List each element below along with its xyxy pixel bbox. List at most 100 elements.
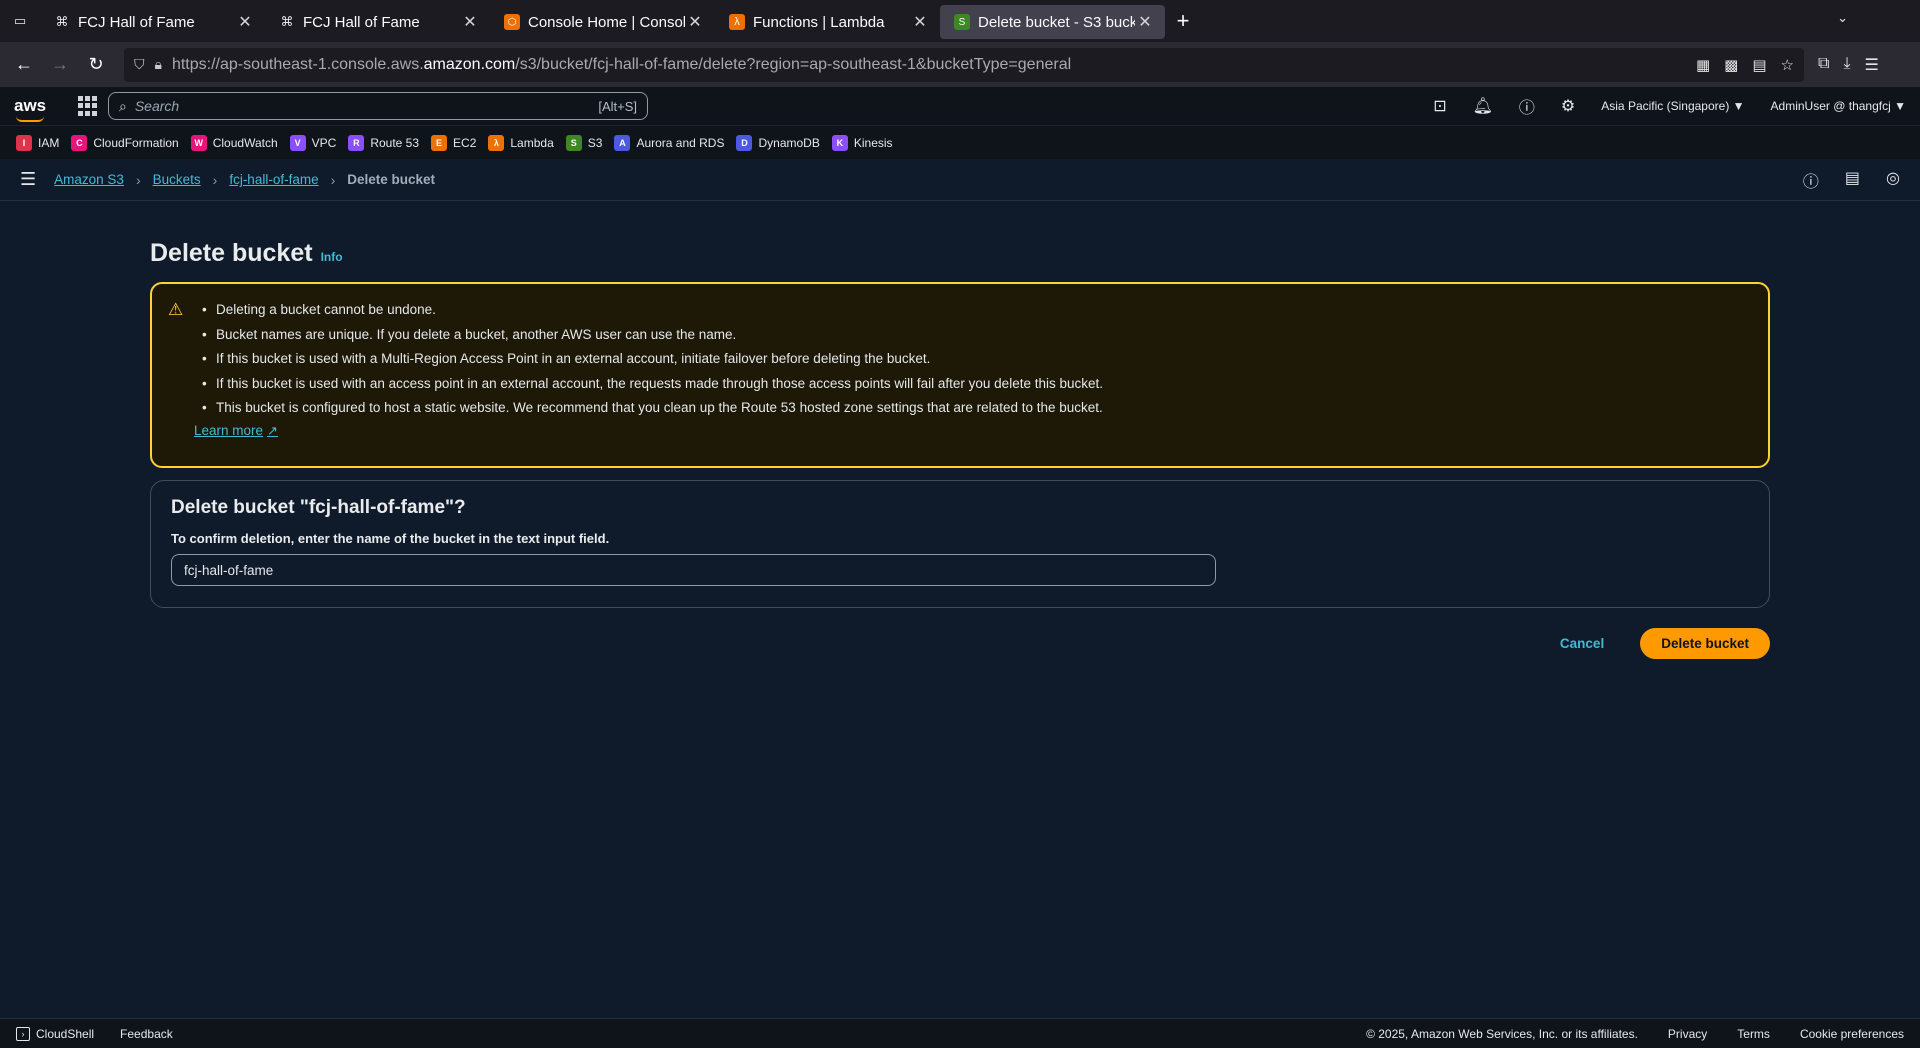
page-title: Delete bucket [150,239,313,267]
learn-more-link[interactable]: Learn more ↗ [194,423,278,439]
browser-tab-strip: ▭ ⌘ FCJ Hall of Fame ✕ ⌘ FCJ Hall of Fam… [0,0,1920,42]
browser-tab-2[interactable]: ⌘ FCJ Hall of Fame ✕ [265,5,490,39]
warning-triangle-icon: ⚠ [168,300,184,319]
flag-icon[interactable]: ▦ [1696,56,1710,74]
info-link[interactable]: Info [321,250,343,264]
s3-icon: S [954,14,970,30]
privacy-link[interactable]: Privacy [1668,1027,1707,1041]
lock-icon: 🔒︎ [154,56,162,72]
lambda-icon: λ [729,14,745,30]
extensions-icon[interactable]: ⧉ [1818,55,1829,75]
breadcrumb-buckets[interactable]: Buckets [153,172,201,187]
bucket-name-input[interactable] [171,554,1216,586]
help-icon[interactable]: ⓘ [1519,94,1535,118]
feedback-link[interactable]: Feedback [120,1027,173,1041]
breadcrumb: ☰ Amazon S3 › Buckets › fcj-hall-of-fame… [0,159,1920,201]
cookie-preferences-link[interactable]: Cookie preferences [1800,1027,1904,1041]
close-icon[interactable]: ✕ [460,12,480,32]
browser-tab-1[interactable]: ⌘ FCJ Hall of Fame ✕ [40,5,265,39]
aws-logo[interactable]: aws [14,96,64,122]
star-icon[interactable]: ☆ [1781,56,1794,74]
url-bar[interactable]: ⛉ 🔒︎ https://ap-southeast-1.console.aws.… [124,47,1804,82]
favorite-ec2[interactable]: E EC2 [431,134,476,151]
favorite-cloudwatch[interactable]: W CloudWatch [190,134,278,151]
gear-icon[interactable]: ⚙ [1561,96,1575,116]
tab-list-icon[interactable]: ▭ [0,0,40,42]
terms-link[interactable]: Terms [1737,1027,1770,1041]
menu-icon[interactable]: ☰ [1865,55,1879,75]
main-content: Delete bucket Info ⚠ Deleting a bucket c… [150,201,1770,659]
panel-icon[interactable]: ▤ [1845,168,1860,192]
info-icon[interactable]: ⓘ [1803,168,1819,192]
breadcrumb-amazon-s3[interactable]: Amazon S3 [54,172,124,187]
external-link-icon: ↗ [267,422,278,438]
warning-item: Bucket names are unique. If you delete a… [202,323,1748,348]
page-header: Delete bucket Info [150,239,1770,268]
favorite-vpc[interactable]: V VPC [289,134,336,151]
breadcrumb-bucket[interactable]: fcj-hall-of-fame [229,172,318,187]
download-icon[interactable]: ⤓ [1843,55,1850,75]
vpc-icon: V [289,134,306,151]
hamburger-menu-icon[interactable]: ☰ [20,169,36,190]
warning-item: This bucket is configured to host a stat… [202,396,1748,421]
favorite-lambda[interactable]: λ Lambda [488,134,554,151]
back-arrow-icon[interactable]: ← [6,47,42,83]
url-text: https://ap-southeast-1.console.aws.amazo… [171,55,1072,73]
favorite-cloudformation[interactable]: C CloudFormation [71,134,179,151]
aws-console-icon: ⬡ [504,14,520,30]
favorite-route53[interactable]: R Route 53 [348,134,419,151]
qr-code-icon[interactable]: ▩ [1724,56,1738,74]
favorite-kinesis[interactable]: K Kinesis [831,134,893,151]
kinesis-icon: K [831,134,848,151]
confirm-panel: Delete bucket "fcj-hall-of-fame"? To con… [150,480,1770,608]
services-grid-icon[interactable] [78,96,98,116]
chevron-right-icon: › [212,171,218,188]
tab-title: Functions | Lambda [753,13,885,31]
confirm-title: Delete bucket "fcj-hall-of-fame"? [171,497,466,518]
search-input[interactable]: ⌕ Search [Alt+S] [108,92,648,120]
warning-list: Deleting a bucket cannot be undone. Buck… [202,298,1748,421]
ec2-icon: E [431,134,448,151]
favorite-iam[interactable]: I IAM [16,134,59,151]
forward-arrow-icon[interactable]: → [42,47,78,83]
close-icon[interactable]: ✕ [910,12,930,32]
dynamodb-icon: D [736,134,753,151]
tab-title: Delete bucket - S3 bucket [978,13,1135,31]
account-menu[interactable]: AdminUser @ thangfcj ▼ [1771,99,1906,113]
close-icon[interactable]: ✕ [235,12,255,32]
favorite-dynamodb[interactable]: D DynamoDB [736,134,820,151]
command-icon: ⌘ [55,14,69,29]
cancel-button[interactable]: Cancel [1560,636,1604,651]
s3-icon: S [565,134,582,151]
browser-tab-3[interactable]: ⬡ Console Home | Console ✕ [490,5,715,39]
delete-bucket-button[interactable]: Delete bucket [1640,628,1770,659]
cloudshell-button[interactable]: › CloudShell [16,1026,94,1041]
reader-view-icon[interactable]: ▤ [1752,56,1766,74]
close-icon[interactable]: ✕ [1135,12,1155,32]
chevron-down-icon[interactable]: ⌄ [1837,10,1848,26]
cloudwatch-icon: W [190,134,207,151]
browser-tab-4[interactable]: λ Functions | Lambda ✕ [715,5,940,39]
bell-icon[interactable]: 🔔︎ [1473,96,1493,116]
browser-tab-5[interactable]: S Delete bucket - S3 bucket ✕ [940,5,1165,39]
warning-item: If this bucket is used with an access po… [202,372,1748,397]
favorite-s3[interactable]: S S3 [565,134,602,151]
reload-icon[interactable]: ↻ [78,47,114,83]
tab-title: FCJ Hall of Fame [303,13,420,31]
region-selector[interactable]: Asia Pacific (Singapore) ▼ [1601,99,1744,113]
search-icon: ⌕ [119,97,127,114]
lambda-icon: λ [488,134,505,151]
cloudshell-icon[interactable]: ⊡ [1433,96,1446,116]
browser-nav-bar: ← → ↻ ⛉ 🔒︎ https://ap-southeast-1.consol… [0,42,1920,87]
shield-icon: ⛉ [134,56,145,72]
search-placeholder: Search [134,98,180,114]
iam-icon: I [16,134,32,151]
aws-header: aws ⌕ Search [Alt+S] ⊡ 🔔︎ ⓘ ⚙ Asia Pacif… [0,87,1920,125]
settings-circle-icon[interactable]: ◎ [1886,168,1900,192]
favorite-aurora-rds[interactable]: A Aurora and RDS [614,134,724,151]
tab-title: FCJ Hall of Fame [78,13,195,31]
terminal-icon: › [16,1026,30,1041]
favorites-bar: I IAM C CloudFormation W CloudWatch V VPC RR… [0,125,1920,159]
close-icon[interactable]: ✕ [685,12,705,32]
new-tab-plus-icon[interactable]: + [1165,8,1201,34]
